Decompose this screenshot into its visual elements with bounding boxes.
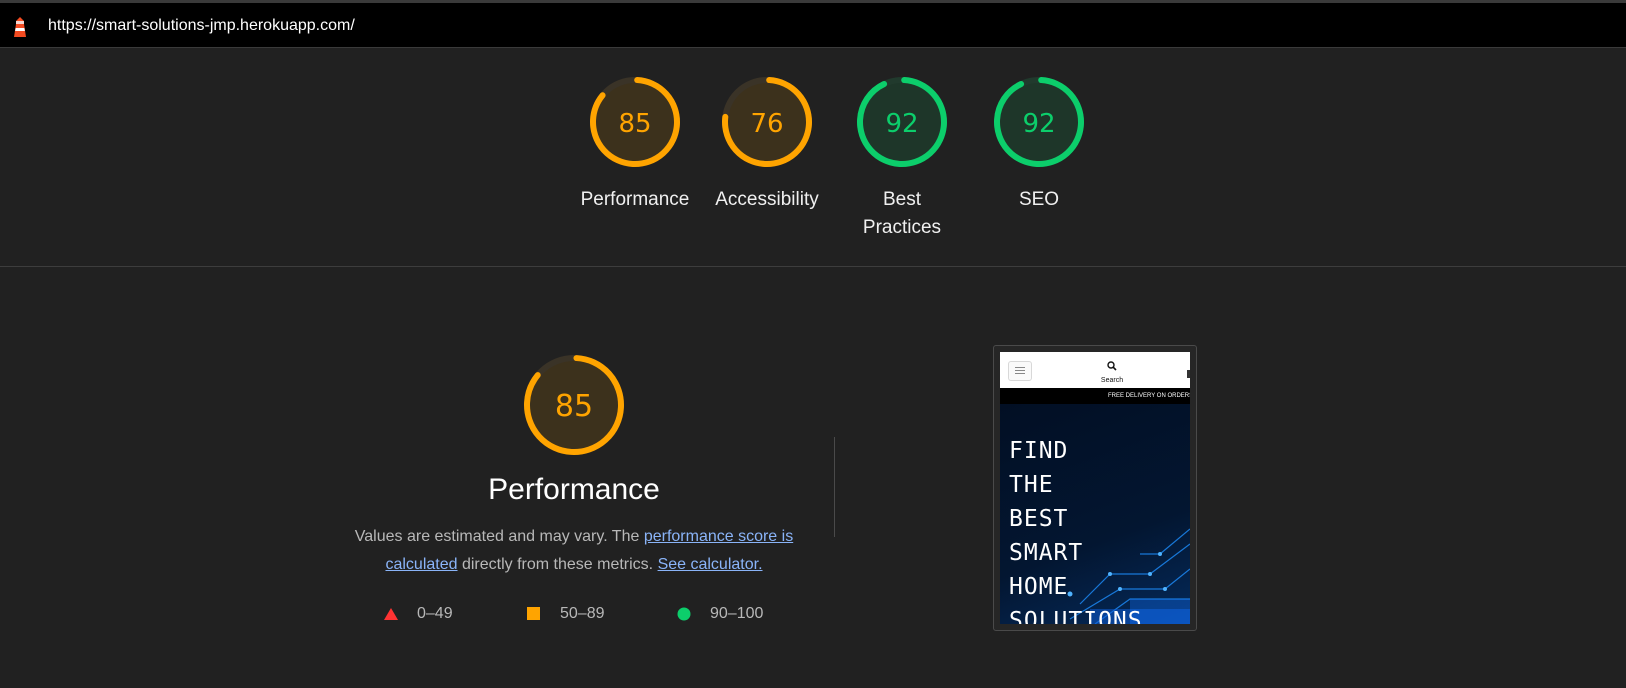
gauge-ring: 92 [994,77,1084,167]
gauge-score: 92 [1022,109,1055,139]
triangle-icon [384,608,398,620]
hero-text-line: SOLUTIONS [1009,608,1143,624]
gauge-score: 76 [750,109,783,139]
gauge-score: 85 [618,109,651,139]
performance-score: 85 [555,389,593,424]
gauge-ring: 85 [590,77,680,167]
search-icon [1107,361,1117,371]
gauge-accessibility[interactable]: 76 Accessibility [702,74,832,214]
screenshot-delivery-banner: FREE DELIVERY ON ORDERS O [1000,388,1190,404]
gauge-seo[interactable]: 92 SEO [974,74,1104,214]
square-icon [527,607,540,620]
category-gauges: 85 Performance 76 Accessibility 92 Best P… [0,48,1626,267]
hero-text-line: BEST [1009,506,1069,532]
screenshot-search: Search [1092,358,1132,384]
gauge-ring: 92 [857,77,947,167]
page-screenshot-image: Search FREE DELIVERY ON ORDERS O [1000,352,1190,624]
gauge-label: SEO [1018,189,1060,210]
section-divider [834,437,835,537]
screenshot-site-header: Search [1000,352,1190,388]
hero-text-line: HOME [1009,574,1069,600]
report-url-link[interactable]: https://smart-solutions-jmp.herokuapp.co… [48,17,355,35]
screenshot-hero: FIND THE BEST SMART HOME SOLUTIONS [1000,404,1190,624]
score-legend: 0–49 50–89 90–100 [0,605,1626,629]
gauge-ring: 76 [722,77,812,167]
gauge-score: 92 [885,109,918,139]
performance-title: Performance [488,473,660,506]
lighthouse-icon [10,16,30,38]
hero-text-line: FIND [1009,438,1069,464]
hamburger-icon [1008,361,1032,381]
circle-icon [677,607,691,621]
see-calculator-link[interactable]: See calculator. [658,556,763,573]
performance-gauge-large: 85 [522,353,626,457]
legend-fail: 0–49 [383,605,453,623]
gauge-label: Best Practices [862,189,942,238]
hero-text-line: THE [1009,472,1054,498]
performance-section: 85 Performance Values are estimated and … [0,267,1626,688]
legend-average: 50–89 [526,605,605,623]
final-screenshot[interactable]: Search FREE DELIVERY ON ORDERS O [993,345,1197,631]
report-url-bar: https://smart-solutions-jmp.herokuapp.co… [0,3,1626,48]
gauge-performance[interactable]: 85 Performance [570,74,700,214]
cropped-header-item [1187,370,1190,378]
gauge-label: Performance [580,189,690,210]
hero-text-line: SMART [1009,540,1084,566]
gauge-label: Accessibility [715,189,819,210]
legend-pass: 90–100 [676,605,763,623]
gauge-best-practices[interactable]: 92 Best Practices [837,74,967,242]
performance-description: Values are estimated and may vary. The p… [354,528,794,573]
